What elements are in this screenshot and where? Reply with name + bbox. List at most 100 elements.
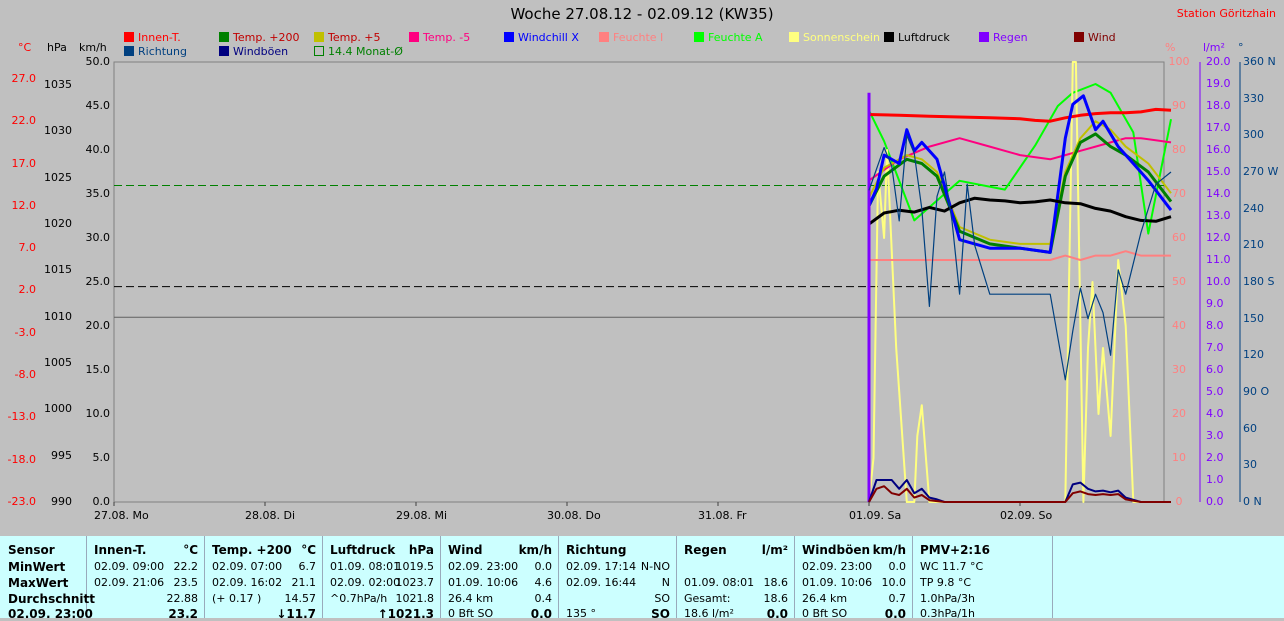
stats-cell: 1.0hPa/3h <box>920 592 976 605</box>
chart-title: Woche 27.08.12 - 02.09.12 (KW35) <box>510 5 774 23</box>
stats-cell: 0.7 <box>888 592 907 605</box>
stats-cell: 01.09. 10:06 <box>802 576 873 589</box>
stats-cell: Windböen <box>802 543 870 557</box>
pressure-tick: 1010 <box>44 309 72 323</box>
wind-tick: 20.0 <box>85 319 111 332</box>
avg-label: Durchschnitt <box>8 592 96 606</box>
temp-tick: 7.0 <box>18 241 37 255</box>
legend-swatch <box>219 46 229 56</box>
temp-tick: -23.0 <box>7 495 36 508</box>
stats-cell: Gesamt: <box>684 592 731 605</box>
pressure-tick: 1005 <box>44 356 72 370</box>
wind-tick: 15.0 <box>85 363 111 376</box>
stats-cell: 21.1 <box>291 576 317 589</box>
rain-tick: 12.0 <box>1206 231 1231 244</box>
stats-cell: N-NO <box>640 560 670 573</box>
pressure-tick: 995 <box>51 448 72 462</box>
stats-cell: Wind <box>448 543 483 557</box>
stats-cell: 0 Bft SO <box>448 607 494 620</box>
stats-column: Regen l/m² 01.09. 08:01 18.6 Gesamt: 18.6 18.6… <box>676 536 795 621</box>
pressure-tick: 1000 <box>44 402 72 416</box>
direction-tick: 0 N <box>1243 495 1262 508</box>
stats-cell: 0.4 <box>534 592 553 605</box>
stats-cell: 22.2 <box>173 560 199 573</box>
stats-cell: 14.57 <box>284 592 317 605</box>
rain-tick: 18.0 <box>1206 99 1231 112</box>
stats-cell: 02.09. 07:00 <box>212 560 283 573</box>
stats-cell: 26.4 km <box>448 592 494 605</box>
direction-tick: 300 <box>1243 128 1264 142</box>
stats-cell: 0 Bft SO <box>802 607 848 620</box>
legend-label: Windchill X <box>518 31 579 44</box>
temp-tick: -13.0 <box>7 410 36 424</box>
direction-tick: 210 <box>1243 238 1264 252</box>
stats-cell: (+ 0.17 ) <box>212 592 262 605</box>
legend-item: Regen <box>979 31 1028 44</box>
legend-swatch <box>124 46 134 56</box>
rain-tick: 8.0 <box>1206 319 1224 332</box>
stats-column: Luftdruck hPa 01.09. 08:01 1019.5 02.09. 02:… <box>322 536 441 621</box>
stats-cell: 02.09. 16:02 <box>212 576 283 589</box>
rain-tick: 6.0 <box>1206 363 1224 376</box>
temp-tick: 27.0 <box>11 71 37 85</box>
wind-unit: km/h <box>79 41 107 54</box>
day-tick: 31.08. Fr <box>698 509 747 522</box>
rain-tick: 19.0 <box>1206 77 1231 90</box>
stats-cell: 23.2 <box>168 607 198 621</box>
rain-tick: 16.0 <box>1206 143 1231 156</box>
humidity-tick: 20 <box>1172 407 1186 420</box>
legend-swatch <box>979 32 989 42</box>
legend-label: Temp. +200 <box>233 31 300 44</box>
wind-tick: 35.0 <box>85 187 111 200</box>
stats-panel: Sensor MinWert MaxWert Durchschnitt 02.0… <box>0 536 1284 621</box>
stats-cell: ↑1021.3 <box>377 607 434 621</box>
humidity-tick: 10 <box>1172 451 1186 464</box>
day-tick: 29.08. Mi <box>396 509 448 522</box>
rain-tick: 0.0 <box>1206 495 1224 508</box>
max-label: MaxWert <box>8 576 69 590</box>
rain-tick: 7.0 <box>1206 341 1224 354</box>
legend-swatch <box>219 32 229 42</box>
legend-label: Richtung <box>138 45 187 58</box>
legend-label: Wind <box>1088 31 1116 44</box>
temp-tick: 2.0 <box>18 283 37 297</box>
stats-cell: Richtung <box>566 543 627 557</box>
humidity-tick: 90 <box>1172 99 1186 112</box>
stats-cell: WC 11.7 °C <box>920 560 984 573</box>
current-label: 02.09. 23:00 <box>8 607 93 621</box>
stats-cell: 02.09. 17:14 <box>566 560 637 573</box>
stats-column: Innen-T. °C 02.09. 09:00 22.2 02.09. 21:06 23… <box>86 536 205 621</box>
legend-item: Luftdruck <box>884 31 950 44</box>
stats-column: PMV+2:16 WC 11.7 °C TP 9.8 °C 1.0hPa/3h 0.3h… <box>912 536 1053 620</box>
legend-swatch <box>884 32 894 42</box>
legend-item: Windchill X <box>504 31 579 44</box>
rain-tick: 20.0 <box>1206 55 1231 68</box>
wind-tick: 45.0 <box>85 99 111 112</box>
stats-cell: 0.0 <box>534 560 553 573</box>
day-tick: 30.08. Do <box>547 509 601 522</box>
stats-cell: 0.0 <box>766 607 788 621</box>
station-name: Station Göritzhain <box>1176 7 1276 20</box>
humidity-tick: 0 <box>1175 495 1183 508</box>
stats-cell: 0.0 <box>884 607 906 621</box>
stats-cell: l/m² <box>761 543 788 557</box>
legend-swatch <box>409 32 419 42</box>
plot-area <box>113 61 1165 503</box>
stats-cell: 18.6 l/m² <box>684 607 734 620</box>
stats-cell: 6.7 <box>298 560 317 573</box>
humidity-tick: 70 <box>1172 187 1186 200</box>
legend-swatch <box>504 32 514 42</box>
stats-column: Temp. +200 °C 02.09. 07:00 6.7 02.09. 16:02 2… <box>204 536 323 621</box>
wind-tick: 25.0 <box>85 275 111 288</box>
pressure-tick: 1030 <box>44 124 72 138</box>
temp-tick: 12.0 <box>11 198 37 212</box>
humidity-tick: 50 <box>1172 275 1186 288</box>
stats-cell: 26.4 km <box>802 592 848 605</box>
rain-tick: 11.0 <box>1206 253 1231 266</box>
stats-cell: 23.5 <box>173 576 199 589</box>
temp-unit: °C <box>18 41 32 54</box>
pressure-unit: hPa <box>47 41 67 54</box>
legend-item: Temp. +5 <box>314 31 381 44</box>
legend-swatch <box>789 32 799 42</box>
temp-tick: -8.0 <box>14 368 36 382</box>
